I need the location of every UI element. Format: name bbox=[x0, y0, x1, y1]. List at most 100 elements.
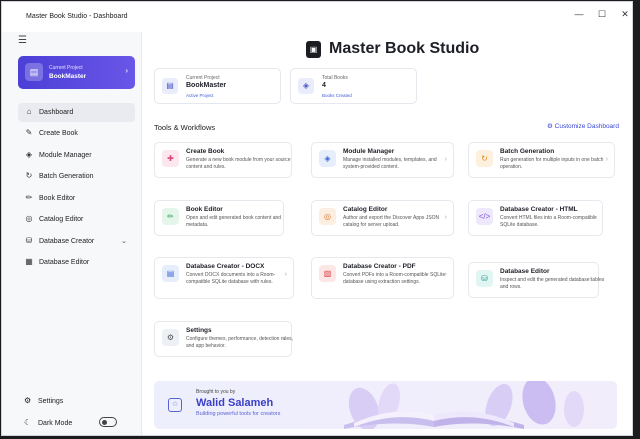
sidebar-item-database-editor[interactable]: ▦ Database Editor bbox=[18, 253, 135, 272]
card-description: Author and export the Discover Apps JSON… bbox=[343, 215, 440, 228]
chevron-right-icon: › bbox=[282, 335, 285, 342]
home-icon: ⌂ bbox=[26, 107, 32, 116]
stat-sub: Books Created bbox=[322, 93, 352, 98]
chevron-right-icon: › bbox=[284, 271, 287, 278]
hamburger-menu-icon[interactable]: ☰ bbox=[18, 35, 27, 46]
card-book-editor[interactable]: ✏ Book Editor Open and edit generated bo… bbox=[154, 200, 284, 236]
customize-label: Customize Dashboard bbox=[554, 123, 619, 130]
open-book-illustration bbox=[344, 381, 584, 429]
card-description: Configure themes, performance, detection… bbox=[186, 336, 293, 349]
table-icon: ▦ bbox=[25, 257, 33, 266]
sidebar-item-label: Module Manager bbox=[39, 152, 92, 159]
sidebar-item-catalog-editor[interactable]: ◎ Catalog Editor bbox=[18, 210, 135, 229]
sidebar-item-label: Dashboard bbox=[39, 109, 74, 116]
card-title: Settings bbox=[186, 327, 212, 334]
stat-value: BookMaster bbox=[186, 82, 227, 89]
card-database-editor[interactable]: ⛁ Database Editor Inspect and edit the g… bbox=[468, 262, 604, 298]
book-icon: ▤ bbox=[25, 63, 43, 81]
sidebar-item-book-editor[interactable]: ✏ Book Editor bbox=[18, 189, 135, 208]
layers-icon: ◈ bbox=[25, 150, 33, 159]
sidebar-item-label: Create Book bbox=[39, 130, 78, 137]
refresh-icon: ↻ bbox=[476, 150, 493, 167]
sidebar-item-module-manager[interactable]: ◈ Module Manager bbox=[18, 146, 135, 165]
chevron-right-icon: › bbox=[444, 214, 447, 221]
card-title: Database Creator - DOCX bbox=[186, 263, 265, 270]
sidebar-item-dashboard[interactable]: ⌂ Dashboard bbox=[18, 103, 135, 122]
star-icon: ☆ bbox=[168, 398, 182, 412]
maximize-button[interactable]: ☐ bbox=[593, 6, 611, 22]
stat-value: 4 bbox=[322, 82, 326, 89]
pencil-icon: ✏ bbox=[25, 193, 33, 202]
globe-icon: ◎ bbox=[319, 208, 336, 225]
dark-mode-row: ☾ Dark Mode bbox=[24, 417, 117, 427]
card-title: Catalog Editor bbox=[343, 206, 388, 213]
dark-mode-label: Dark Mode bbox=[38, 420, 73, 427]
card-description: Convert DOCX documents into a Room-compa… bbox=[186, 272, 276, 285]
card-title: Batch Generation bbox=[500, 148, 555, 155]
chevron-down-icon: ⌄ bbox=[121, 238, 127, 245]
gear-icon: ⚙ bbox=[547, 123, 555, 130]
banner-intro: Brought to you by bbox=[196, 389, 236, 395]
sidebar-item-batch-generation[interactable]: ↻ Batch Generation bbox=[18, 167, 135, 186]
chevron-right-icon: › bbox=[125, 66, 128, 75]
gear-icon: ⚙ bbox=[162, 329, 179, 346]
card-database-creator-html[interactable]: </> Database Creator - HTML Convert HTML… bbox=[468, 200, 603, 236]
book-icon: ▤ bbox=[162, 78, 178, 94]
gear-icon: ⚙ bbox=[24, 396, 32, 405]
card-catalog-editor[interactable]: ◎ Catalog Editor Author and export the D… bbox=[311, 200, 454, 236]
current-project-stat: ▤ Current Project BookMaster Active Proj… bbox=[154, 68, 281, 104]
card-title: Database Creator - HTML bbox=[500, 206, 578, 213]
sidebar-item-create-book[interactable]: ✎ Create Book bbox=[18, 124, 135, 143]
card-title: Create Book bbox=[186, 148, 225, 155]
settings-link[interactable]: ⚙ Settings bbox=[24, 396, 63, 405]
card-description: Manage installed modules, templates, and… bbox=[343, 157, 437, 170]
sidebar-item-label: Database Editor bbox=[39, 259, 90, 266]
sidebar-item-label: Book Editor bbox=[39, 195, 76, 202]
pencil-icon: ✏ bbox=[162, 208, 179, 225]
card-database-creator-pdf[interactable]: ▧ Database Creator - PDF Convert PDFs in… bbox=[311, 257, 454, 299]
current-project-label: Current Project bbox=[49, 65, 83, 71]
card-description: Inspect and edit the generated database … bbox=[500, 277, 605, 290]
stat-label: Current Project bbox=[186, 75, 220, 81]
current-project-card[interactable]: ▤ Current Project BookMaster › bbox=[18, 56, 135, 89]
app-window: Master Book Studio - Dashboard — ☐ ✕ ☰ ▤… bbox=[1, 1, 633, 436]
layers-icon: ◈ bbox=[319, 150, 336, 167]
card-title: Database Editor bbox=[500, 268, 550, 275]
page-title: Master Book Studio bbox=[329, 40, 480, 57]
create-book-icon: ✎ bbox=[25, 128, 33, 137]
customize-dashboard-link[interactable]: ⚙ Customize Dashboard bbox=[547, 122, 619, 130]
card-title: Database Creator - PDF bbox=[343, 263, 416, 270]
chevron-right-icon: › bbox=[444, 271, 447, 278]
dark-mode-toggle[interactable] bbox=[99, 417, 117, 427]
tools-section-title: Tools & Workflows bbox=[154, 123, 216, 132]
chevron-right-icon: › bbox=[605, 156, 608, 163]
chevron-right-icon: › bbox=[589, 276, 592, 283]
sidebar-item-label: Batch Generation bbox=[39, 173, 94, 180]
card-description: Open and edit generated book content and… bbox=[186, 215, 282, 228]
card-database-creator-docx[interactable]: ▤ Database Creator - DOCX Convert DOCX d… bbox=[154, 257, 294, 299]
card-create-book[interactable]: ✚ Create Book Generate a new book module… bbox=[154, 142, 292, 178]
total-books-stat: ◈ Total Books 4 Books Created bbox=[290, 68, 417, 104]
card-description: Run generation for multiple inputs in on… bbox=[500, 157, 604, 170]
minimize-button[interactable]: — bbox=[570, 6, 588, 22]
create-book-icon: ✚ bbox=[162, 150, 179, 167]
moon-icon: ☾ bbox=[24, 418, 32, 427]
sidebar-item-database-creator[interactable]: ⛁ Database Creator ⌄ bbox=[18, 232, 135, 251]
settings-label: Settings bbox=[38, 398, 64, 405]
database-search-icon: ⛁ bbox=[476, 270, 493, 287]
card-module-manager[interactable]: ◈ Module Manager Manage installed module… bbox=[311, 142, 454, 178]
close-button[interactable]: ✕ bbox=[616, 6, 632, 22]
pdf-icon: ▧ bbox=[319, 265, 336, 282]
card-batch-generation[interactable]: ↻ Batch Generation Run generation for mu… bbox=[468, 142, 615, 178]
stat-sub: Active Project bbox=[186, 93, 214, 98]
chevron-right-icon: › bbox=[444, 156, 447, 163]
document-icon: ▤ bbox=[162, 265, 179, 282]
sidebar-item-label: Catalog Editor bbox=[39, 216, 84, 223]
layers-icon: ◈ bbox=[298, 78, 314, 94]
card-settings[interactable]: ⚙ Settings Configure themes, performance… bbox=[154, 321, 293, 357]
banner-tagline: Building powerful tools for creators bbox=[196, 411, 281, 417]
globe-icon: ◎ bbox=[25, 214, 33, 223]
main-content: ▣ Master Book Studio ▤ Current Project B… bbox=[143, 32, 632, 435]
card-title: Module Manager bbox=[343, 148, 395, 155]
stat-label: Total Books bbox=[322, 75, 348, 81]
